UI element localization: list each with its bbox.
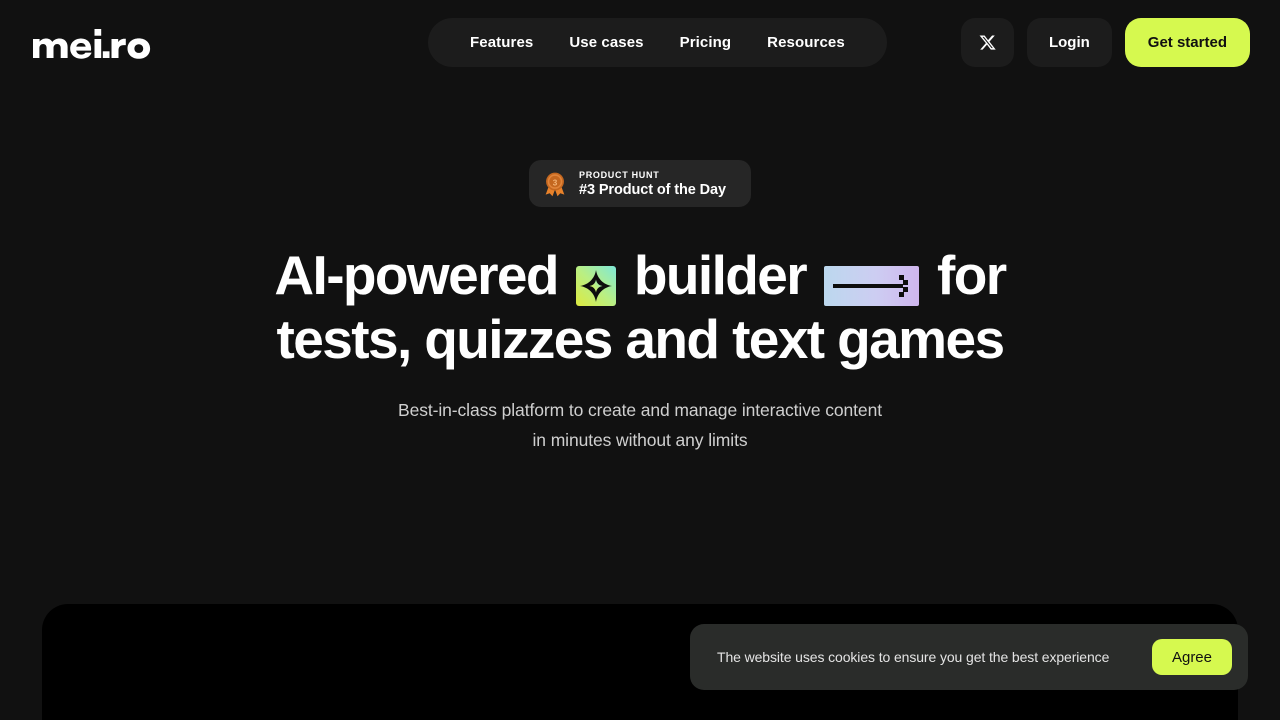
sparkle-icon bbox=[575, 255, 616, 306]
product-hunt-title: #3 Product of the Day bbox=[579, 181, 726, 198]
product-hunt-badge-text: PRODUCT HUNT #3 Product of the Day bbox=[579, 170, 726, 198]
nav-item-resources[interactable]: Resources bbox=[749, 18, 863, 67]
login-button[interactable]: Login bbox=[1026, 18, 1112, 67]
site-header: Features Use cases Pricing Resources Log… bbox=[0, 0, 1280, 86]
headline-text-ai-powered: AI-powered bbox=[274, 244, 559, 306]
product-hunt-eyebrow: PRODUCT HUNT bbox=[579, 169, 660, 180]
medal-rank-number: 3 bbox=[553, 178, 558, 187]
header-actions: Login Get started bbox=[960, 18, 1250, 67]
meiro-logo-icon bbox=[33, 29, 151, 59]
cookie-agree-button[interactable]: Agree bbox=[1151, 639, 1232, 675]
product-hunt-badge[interactable]: 3 PRODUCT HUNT #3 Product of the Day bbox=[529, 160, 751, 207]
page-title: AI-powered builder for tests, quizzes an… bbox=[0, 243, 1280, 371]
headline-text-builder: builder bbox=[633, 244, 808, 306]
hero-subtitle: Best-in-class platform to create and man… bbox=[0, 395, 1280, 455]
nav-item-use-cases[interactable]: Use cases bbox=[551, 18, 661, 67]
cookie-consent-banner: The website uses cookies to ensure you g… bbox=[690, 624, 1248, 690]
x-twitter-link[interactable] bbox=[960, 18, 1014, 67]
headline-text-line2: tests, quizzes and text games bbox=[276, 308, 1006, 370]
nav-item-pricing[interactable]: Pricing bbox=[662, 18, 750, 67]
hero-subtitle-line-1: Best-in-class platform to create and man… bbox=[398, 400, 882, 420]
arrow-right-icon bbox=[824, 255, 920, 306]
headline-line-1: AI-powered builder for bbox=[0, 243, 1280, 307]
x-twitter-icon bbox=[979, 35, 996, 50]
headline-text-for: for bbox=[937, 244, 1007, 306]
cookie-message: The website uses cookies to ensure you g… bbox=[717, 649, 1110, 665]
hero-section: AI-powered builder for tests, quizzes an… bbox=[0, 243, 1280, 450]
main-navigation: Features Use cases Pricing Resources bbox=[428, 18, 887, 67]
get-started-button[interactable]: Get started bbox=[1124, 18, 1250, 67]
product-hunt-medal-icon: 3 bbox=[545, 172, 565, 196]
hero-subtitle-line-2: in minutes without any limits bbox=[532, 430, 748, 450]
nav-item-features[interactable]: Features bbox=[452, 18, 551, 67]
headline-line-2: tests, quizzes and text games bbox=[0, 307, 1280, 371]
meiro-logo[interactable] bbox=[31, 26, 151, 62]
